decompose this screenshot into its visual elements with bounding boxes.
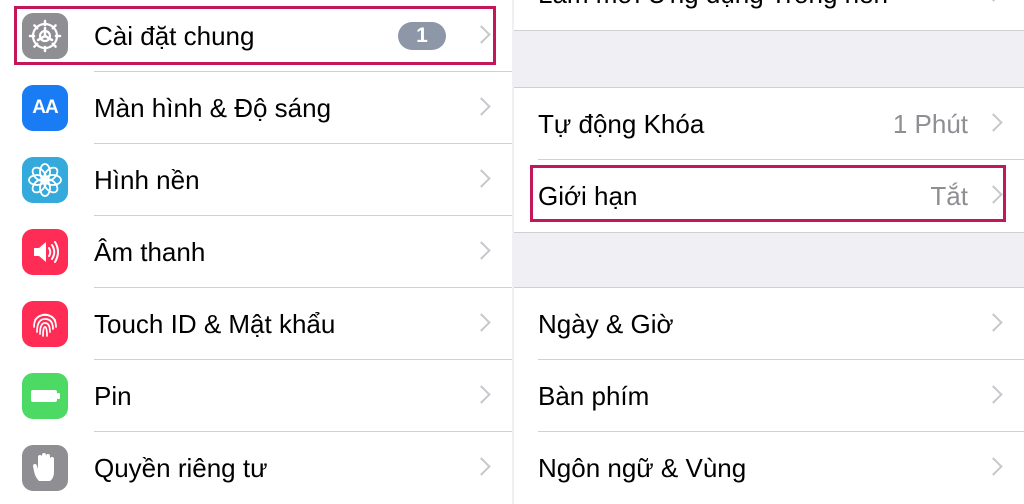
- settings-item-label: Tự động Khóa: [538, 109, 705, 139]
- settings-item-privacy[interactable]: Quyền riêng tư: [0, 432, 512, 504]
- section-gap: [514, 30, 1024, 88]
- chevron-right-icon: [472, 97, 491, 116]
- text-size-icon-glyph: AA: [32, 97, 58, 118]
- settings-item-label: Ngày & Giờ: [538, 309, 674, 339]
- settings-item-auto-lock[interactable]: Tự động Khóa 1 Phút: [514, 88, 1024, 160]
- chevron-right-icon: [984, 0, 1003, 2]
- chevron-right-icon: [984, 457, 1003, 476]
- chevron-right-icon: [984, 385, 1003, 404]
- chevron-right-icon: [984, 313, 1003, 332]
- chevron-right-icon: [472, 457, 491, 476]
- chevron-right-icon: [984, 113, 1003, 132]
- settings-item-label: Touch ID & Mật khẩu: [94, 309, 336, 339]
- settings-item-label: Ngôn ngữ & Vùng: [538, 453, 747, 483]
- chevron-right-icon: [472, 25, 491, 44]
- chevron-right-icon: [472, 385, 491, 404]
- auto-lock-value: 1 Phút: [892, 109, 968, 139]
- settings-item-wallpaper[interactable]: Hình nền: [0, 144, 512, 216]
- settings-item-label: Hình nền: [94, 165, 200, 195]
- text-size-icon: AA: [22, 85, 68, 131]
- settings-item-keyboard[interactable]: Bàn phím: [514, 360, 1024, 432]
- notification-badge: 1: [398, 22, 446, 50]
- general-settings-list: Làm mới Ứng dụng Trong nền Tự động Khóa …: [514, 0, 1024, 504]
- settings-item-sounds[interactable]: Âm thanh: [0, 216, 512, 288]
- gear-icon: [22, 13, 68, 59]
- battery-icon: [22, 373, 68, 419]
- restrictions-value: Tắt: [930, 181, 968, 211]
- settings-item-language-region[interactable]: Ngôn ngữ & Vùng: [514, 432, 1024, 504]
- settings-item-display-brightness[interactable]: AA Màn hình & Độ sáng: [0, 72, 512, 144]
- hand-icon: [22, 445, 68, 491]
- settings-item-date-time[interactable]: Ngày & Giờ: [514, 288, 1024, 360]
- settings-item-background-app-refresh[interactable]: Làm mới Ứng dụng Trong nền: [514, 0, 1024, 30]
- settings-item-label: Pin: [94, 381, 132, 411]
- settings-item-general[interactable]: Cài đặt chung 1: [0, 0, 512, 72]
- settings-item-label: Bàn phím: [538, 381, 650, 411]
- settings-list: Cài đặt chung 1 AA Màn hình & Độ sáng Hì…: [0, 0, 512, 504]
- section-gap: [514, 232, 1024, 288]
- settings-item-label: Màn hình & Độ sáng: [94, 93, 332, 123]
- settings-item-label: Âm thanh: [94, 237, 206, 267]
- chevron-right-icon: [472, 313, 491, 332]
- settings-item-label: Quyền riêng tư: [94, 453, 268, 483]
- flower-icon: [22, 157, 68, 203]
- speaker-icon: [22, 229, 68, 275]
- settings-item-label: Làm mới Ứng dụng Trong nền: [538, 0, 888, 30]
- chevron-right-icon: [472, 169, 491, 188]
- settings-item-restrictions[interactable]: Giới hạn Tắt: [514, 160, 1024, 232]
- settings-item-touchid-passcode[interactable]: Touch ID & Mật khẩu: [0, 288, 512, 360]
- fingerprint-icon: [22, 301, 68, 347]
- chevron-right-icon: [472, 241, 491, 260]
- settings-item-battery[interactable]: Pin: [0, 360, 512, 432]
- settings-item-label: Cài đặt chung: [94, 21, 255, 51]
- chevron-right-icon: [984, 185, 1003, 204]
- settings-item-label: Giới hạn: [538, 181, 638, 211]
